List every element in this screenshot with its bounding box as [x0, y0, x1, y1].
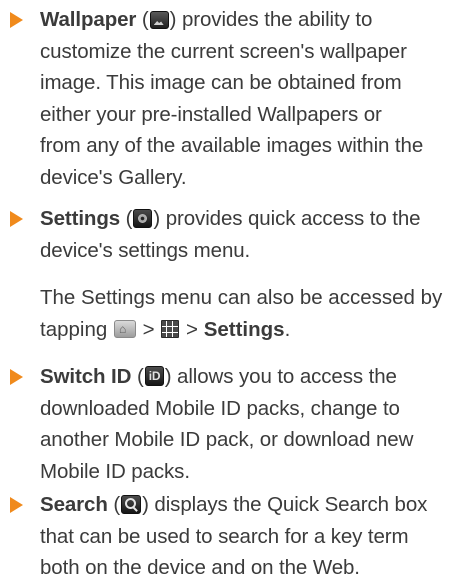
bullet-arrow-icon	[10, 497, 23, 513]
wallpaper-term: Wallpaper	[40, 8, 137, 31]
settings-note: The Settings menu can also be accessed b…	[40, 286, 443, 341]
bullet-arrow-icon	[10, 211, 23, 227]
bullet-arrow-icon	[10, 369, 23, 385]
switch-id-description: Switch ID (iD) allows you to access the …	[40, 365, 414, 483]
document-page: Wallpaper () provides the ability to cus…	[0, 0, 456, 579]
bullet-arrow-icon	[10, 12, 23, 28]
wallpaper-description: Wallpaper () provides the ability to cus…	[40, 8, 424, 189]
settings-term: Settings	[40, 207, 121, 230]
switch-id-term: Switch ID	[40, 365, 132, 388]
settings-description: Settings () provides quick access to the…	[40, 207, 421, 262]
search-term: Search	[40, 493, 108, 516]
search-description: Search () displays the Quick Search box …	[40, 493, 428, 579]
home-key-icon: ⌂	[113, 319, 136, 338]
mobile-id-icon: iD	[144, 366, 164, 386]
settings-icon	[133, 209, 153, 228]
search-icon	[121, 495, 142, 514]
menu-grid-icon	[161, 319, 180, 338]
wallpaper-icon	[149, 11, 169, 29]
settings-menu-label: Settings	[203, 317, 285, 341]
